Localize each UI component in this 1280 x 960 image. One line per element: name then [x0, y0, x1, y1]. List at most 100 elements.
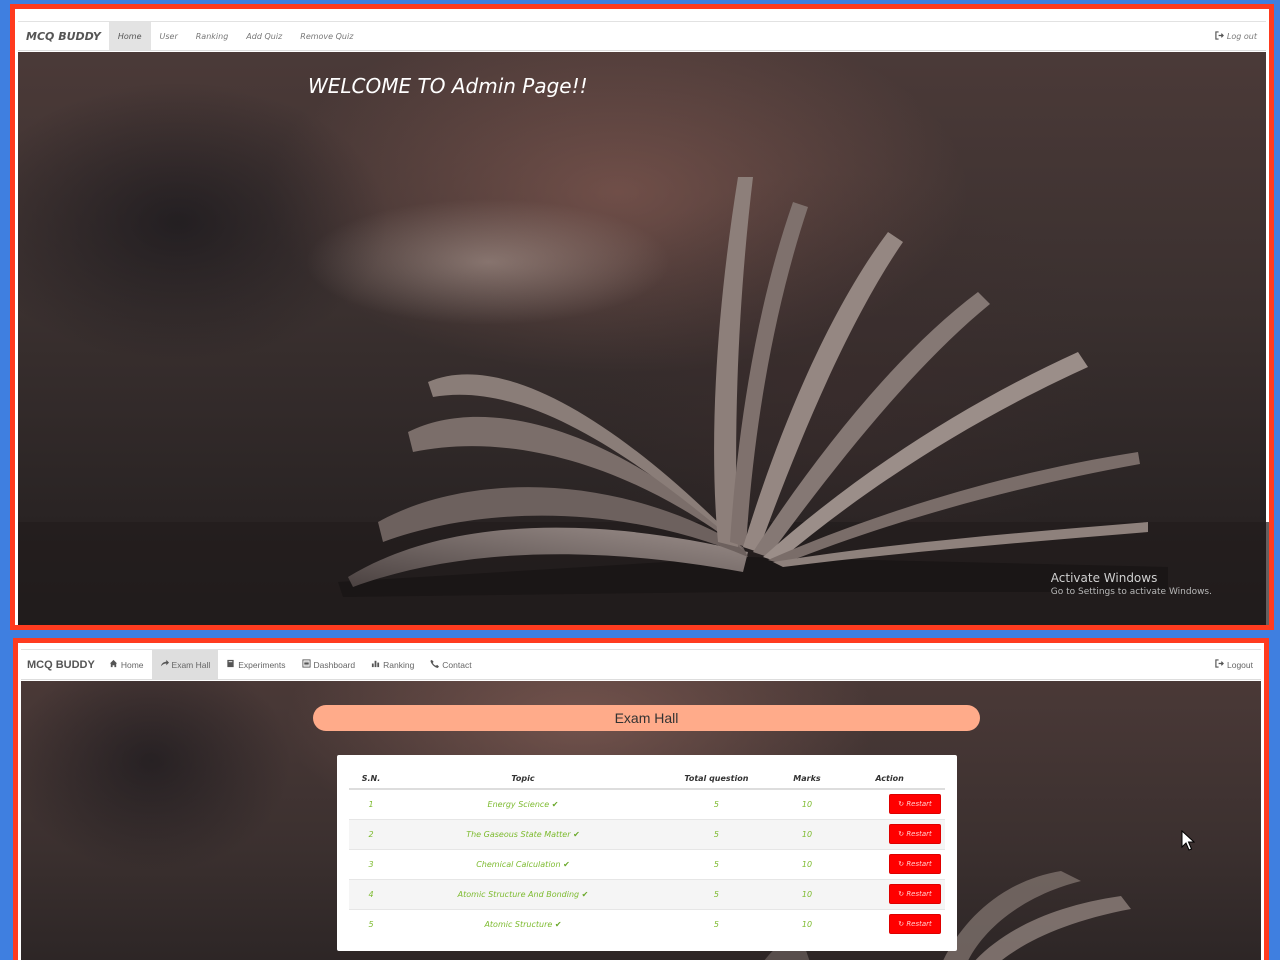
user-navbar: MCQ BUDDY Home Exam Hall Experiments Das…: [21, 649, 1261, 680]
cell-sn: 4: [349, 878, 393, 909]
check-icon: ✔: [581, 889, 589, 899]
restart-label: Restart: [906, 830, 932, 838]
cell-action: ↻ Restart: [834, 818, 945, 849]
nav-experiments-label: Experiments: [238, 659, 286, 670]
cell-total: 5: [653, 788, 780, 819]
restart-label: Restart: [906, 800, 932, 809]
logout-label: Logout: [1227, 659, 1253, 670]
cell-sn: 1: [349, 788, 393, 819]
nav-dashboard-label: Dashboard: [313, 659, 356, 670]
col-total-question: Total question: [653, 769, 780, 790]
quiz-table: S.N. Topic Total question Marks Action 1…: [349, 769, 945, 939]
restart-label: Restart: [906, 890, 932, 898]
brand-logo[interactable]: MCQ BUDDY: [18, 22, 109, 50]
nav-remove-quiz[interactable]: Remove Quiz: [291, 22, 362, 50]
cell-sn: 5: [349, 908, 393, 939]
restart-button[interactable]: ↻ Restart: [889, 824, 941, 844]
bar-chart-icon: [371, 659, 380, 670]
cell-topic: The Gaseous State Matter ✔: [393, 818, 653, 849]
cell-total: 5: [653, 848, 780, 879]
nav-exam-hall-label: Exam Hall: [171, 659, 211, 670]
topic-label: Atomic Structure: [484, 919, 553, 929]
nav-ranking[interactable]: Ranking: [187, 22, 238, 50]
activate-windows-watermark: Activate Windows Go to Settings to activ…: [1051, 571, 1212, 597]
refresh-icon: ↻: [898, 800, 905, 809]
cell-action: ↻ Restart: [834, 788, 945, 819]
nav-dashboard[interactable]: Dashboard: [294, 650, 364, 679]
book-icon: [226, 659, 235, 670]
nav-user[interactable]: User: [151, 22, 187, 50]
restart-button[interactable]: ↻ Restart: [889, 914, 941, 935]
col-sn: S.N.: [349, 769, 393, 790]
cell-total: 5: [653, 908, 780, 939]
check-icon: ✔: [563, 859, 570, 869]
top-strip: [15, 9, 1269, 21]
hero-background: WELCOME TO Admin Page!! Activate Windows…: [18, 52, 1269, 625]
nav-experiments[interactable]: Experiments: [218, 650, 293, 679]
activate-subtitle: Go to Settings to activate Windows.: [1050, 587, 1212, 597]
cell-marks: 10: [779, 878, 835, 909]
table-row: 1 Energy Science ✔ 5 10 ↻ Restart: [349, 788, 945, 819]
logout-icon: [1215, 659, 1224, 670]
logout-label: Log out: [1226, 31, 1257, 41]
topic-label: Chemical Calculation: [476, 859, 561, 869]
logout-link[interactable]: Log out: [1206, 22, 1266, 50]
table-row: 3 Chemical Calculation ✔ 5 10 ↻ Restart: [349, 848, 945, 879]
cell-action: ↻ Restart: [834, 878, 945, 909]
home-icon: [109, 659, 118, 670]
cell-topic: Atomic Structure ✔: [393, 908, 653, 939]
topic-label: Atomic Structure And Bonding: [457, 889, 580, 899]
cell-action: ↻ Restart: [834, 848, 945, 879]
cell-marks: 10: [779, 818, 835, 849]
phone-icon: [430, 659, 440, 670]
logout-link[interactable]: Logout: [1207, 650, 1261, 679]
cell-total: 5: [653, 818, 780, 849]
col-marks: Marks: [779, 769, 835, 790]
nav-exam-hall[interactable]: Exam Hall: [151, 650, 219, 679]
refresh-icon: ↻: [898, 860, 905, 868]
exam-hall-background: Exam Hall S.N. Topic Total question Mark…: [21, 681, 1261, 960]
col-topic: Topic: [393, 769, 653, 790]
nav-home-label: Home: [120, 659, 144, 670]
list-icon: [301, 659, 311, 670]
restart-button[interactable]: ↻ Restart: [889, 884, 941, 904]
col-action: Action: [834, 769, 945, 790]
table-row: 4 Atomic Structure And Bonding ✔ 5 10 ↻ …: [349, 878, 945, 909]
nav-add-quiz[interactable]: Add Quiz: [237, 22, 291, 50]
check-icon: ✔: [551, 799, 559, 809]
restart-button[interactable]: ↻ Restart: [889, 794, 941, 815]
open-book-image: [18, 177, 1269, 625]
nav-ranking-label: Ranking: [383, 659, 415, 670]
exam-hall-title: Exam Hall: [313, 705, 980, 731]
share-icon: [160, 659, 169, 670]
topic-label: The Gaseous State Matter: [466, 829, 571, 839]
nav-contact[interactable]: Contact: [422, 650, 479, 679]
logout-icon: [1215, 30, 1224, 42]
restart-label: Restart: [906, 860, 932, 868]
welcome-heading: WELCOME TO Admin Page!!: [308, 74, 588, 98]
check-icon: ✔: [554, 919, 562, 929]
activate-title: Activate Windows: [1050, 571, 1158, 585]
table-row: 5 Atomic Structure ✔ 5 10 ↻ Restart: [349, 908, 945, 939]
restart-label: Restart: [906, 920, 932, 929]
brand-logo[interactable]: MCQ BUDDY: [21, 650, 101, 679]
cell-sn: 3: [349, 848, 393, 879]
topic-label: Energy Science: [487, 799, 550, 809]
cell-marks: 10: [779, 908, 835, 939]
quiz-table-card: S.N. Topic Total question Marks Action 1…: [337, 755, 957, 951]
admin-screenshot-panel: MCQ BUDDY Home User Ranking Add Quiz Rem…: [10, 4, 1274, 630]
nav-ranking[interactable]: Ranking: [363, 650, 422, 679]
cell-marks: 10: [779, 848, 835, 879]
nav-home[interactable]: Home: [101, 650, 152, 679]
check-icon: ✔: [573, 829, 580, 839]
refresh-icon: ↻: [898, 920, 905, 929]
table-header-row: S.N. Topic Total question Marks Action: [349, 769, 945, 790]
refresh-icon: ↻: [898, 830, 905, 838]
nav-home[interactable]: Home: [108, 22, 151, 50]
table-row: 2 The Gaseous State Matter ✔ 5 10 ↻ Rest…: [349, 818, 945, 849]
refresh-icon: ↻: [898, 890, 905, 898]
cell-topic: Atomic Structure And Bonding ✔: [393, 878, 653, 909]
restart-button[interactable]: ↻ Restart: [889, 854, 941, 874]
admin-navbar: MCQ BUDDY Home User Ranking Add Quiz Rem…: [18, 21, 1266, 51]
exam-hall-screenshot-panel: MCQ BUDDY Home Exam Hall Experiments Das…: [13, 638, 1269, 960]
